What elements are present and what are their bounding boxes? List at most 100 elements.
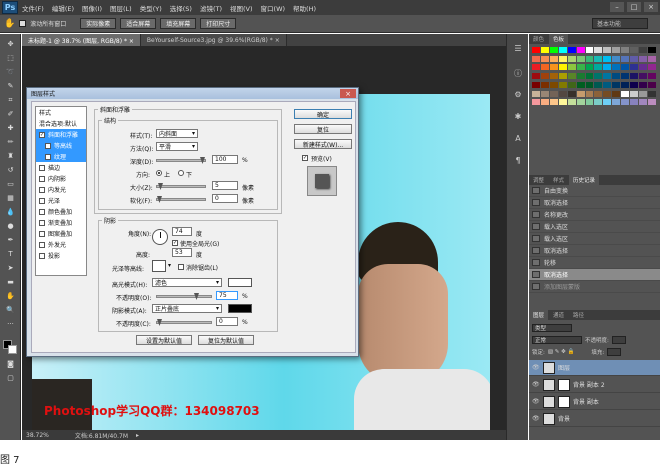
print-size-button[interactable]: 打印尺寸 [200, 18, 237, 29]
layer-row[interactable]: 👁 背景 副本 2 [529, 377, 660, 393]
color-swatch[interactable] [558, 90, 567, 97]
color-swatch[interactable] [639, 90, 648, 97]
shadow-opacity-input[interactable]: 0 [216, 317, 238, 326]
color-swatch[interactable] [532, 90, 540, 97]
size-slider[interactable] [156, 183, 206, 190]
color-swatch[interactable] [558, 99, 567, 106]
technique-select[interactable]: 平滑 [156, 142, 198, 151]
layer-thumbnail[interactable] [543, 378, 555, 391]
menu-help[interactable]: 帮助(H) [289, 3, 320, 13]
style-item-checkbox[interactable] [39, 252, 45, 259]
shadow-mode-select[interactable]: 正片叠底 [152, 304, 222, 313]
color-swatch[interactable] [532, 47, 540, 53]
angle-input[interactable]: 74 [172, 227, 192, 236]
hand-tool-icon[interactable]: ✋ [4, 292, 17, 301]
quick-mask-icon[interactable]: ◙ [4, 360, 17, 369]
eraser-tool-icon[interactable]: ▭ [4, 180, 17, 189]
tab-untitled-1[interactable]: 未标题-1 @ 38.7% (图层, RGB/8) * × [22, 34, 141, 46]
color-swatch[interactable] [567, 73, 576, 80]
color-swatch[interactable] [549, 64, 558, 71]
color-swatch[interactable] [648, 81, 656, 88]
paragraph-icon[interactable]: ¶ [511, 156, 525, 166]
stamp-tool-icon[interactable]: ♜ [4, 152, 17, 161]
tab-paths[interactable]: 路径 [569, 310, 588, 320]
style-item[interactable]: 斜面和浮雕 [36, 129, 86, 140]
color-swatch[interactable] [621, 55, 630, 62]
color-swatch[interactable] [594, 47, 603, 53]
blend-options-item[interactable]: 混合选项:默认 [36, 118, 86, 129]
style-item[interactable]: 纹理 [36, 151, 86, 162]
gloss-contour-picker[interactable] [152, 260, 166, 272]
new-style-button[interactable]: 新建样式(W)... [294, 139, 352, 149]
menu-window[interactable]: 窗口(W) [257, 3, 290, 13]
color-swatch[interactable] [585, 90, 594, 97]
info-icon[interactable]: ⓘ [511, 68, 525, 78]
layer-thumbnail[interactable] [543, 361, 555, 374]
eyedropper-tool-icon[interactable]: ✐ [4, 110, 17, 119]
pen-tool-icon[interactable]: ✒ [4, 236, 17, 245]
history-item[interactable]: 取消选择 [529, 269, 660, 281]
color-swatch[interactable] [603, 47, 612, 53]
color-swatch[interactable] [621, 81, 630, 88]
bevel-style-select[interactable]: 内斜面 [156, 129, 198, 138]
reset-button[interactable]: 复位 [294, 124, 352, 134]
color-swatch[interactable] [540, 55, 549, 62]
layer-blend-select[interactable]: 正常 [532, 335, 582, 344]
marquee-tool-icon[interactable]: ⬚ [4, 54, 17, 63]
minimize-button[interactable]: – [610, 2, 624, 12]
style-item[interactable]: 等高线 [36, 140, 86, 151]
color-swatch[interactable] [603, 64, 612, 71]
color-swatch[interactable] [594, 99, 603, 106]
color-swatch[interactable] [540, 47, 549, 53]
character-icon[interactable]: A [511, 134, 525, 144]
color-swatch[interactable] [612, 55, 621, 62]
visibility-eye-icon[interactable]: 👁 [532, 364, 540, 371]
color-swatch[interactable] [630, 73, 639, 80]
layer-mask-thumbnail[interactable] [558, 378, 570, 391]
history-item[interactable]: 添加图层蒙版 [529, 281, 660, 293]
direction-down-radio[interactable] [178, 170, 184, 176]
close-window-button[interactable]: × [644, 2, 658, 12]
global-light-checkbox[interactable] [172, 240, 178, 246]
color-swatch[interactable] [621, 73, 630, 80]
style-item-checkbox[interactable] [39, 186, 45, 193]
tab-beyourself-source3[interactable]: BeYourself-Source3.jpg @ 39.6%(RGB/8) * … [140, 34, 287, 46]
color-swatch[interactable] [585, 47, 594, 53]
color-swatch[interactable] [540, 64, 549, 71]
color-swatch[interactable] [549, 81, 558, 88]
color-swatch[interactable] [532, 99, 540, 106]
color-swatch[interactable] [603, 81, 612, 88]
color-swatch[interactable] [594, 55, 603, 62]
tab-color[interactable]: 颜色 [529, 34, 548, 44]
color-swatch[interactable] [558, 81, 567, 88]
layer-row[interactable]: 👁 图层 [529, 360, 660, 376]
color-swatch[interactable] [639, 81, 648, 88]
color-swatch[interactable] [603, 90, 612, 97]
color-swatch[interactable] [639, 73, 648, 80]
color-swatch[interactable] [630, 47, 639, 53]
antialias-checkbox[interactable] [178, 264, 184, 270]
style-item[interactable]: 图案叠加 [36, 228, 86, 239]
fit-screen-button[interactable]: 适合屏幕 [120, 18, 157, 29]
style-item-checkbox[interactable] [39, 197, 45, 204]
layer-thumbnail[interactable] [543, 412, 555, 425]
style-item[interactable]: 投影 [36, 250, 86, 261]
menu-layer[interactable]: 图层(L) [106, 3, 136, 13]
color-swatch[interactable] [558, 64, 567, 71]
tab-channels[interactable]: 通道 [549, 310, 568, 320]
menu-file[interactable]: 文件(F) [18, 3, 48, 13]
style-item-checkbox[interactable] [45, 142, 51, 149]
style-item[interactable]: 描边 [36, 162, 86, 173]
soften-slider[interactable] [156, 196, 206, 203]
color-swatch[interactable] [549, 73, 558, 80]
color-swatch[interactable] [576, 73, 585, 80]
menu-view[interactable]: 视图(V) [226, 3, 257, 13]
maximize-button[interactable]: □ [627, 2, 641, 12]
color-swatch[interactable] [558, 73, 567, 80]
color-swatch[interactable] [585, 55, 594, 62]
lock-icons[interactable]: ▧ ✎ ✥ 🔒 [548, 349, 575, 355]
menu-select[interactable]: 选择(S) [166, 3, 196, 13]
type-tool-icon[interactable]: T [4, 250, 17, 259]
tab-styles[interactable]: 样式 [549, 175, 568, 185]
blur-tool-icon[interactable]: 💧 [4, 208, 17, 217]
